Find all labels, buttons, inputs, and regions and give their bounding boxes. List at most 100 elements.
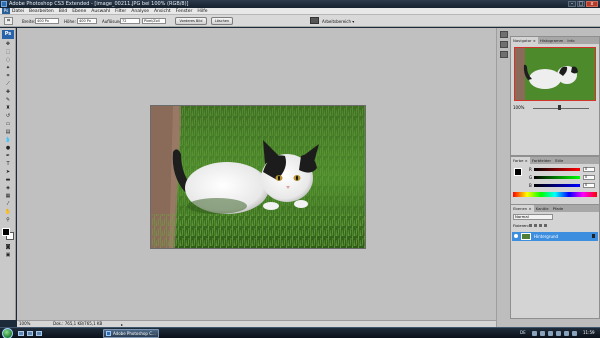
navigator-zoom-slider[interactable] bbox=[533, 108, 589, 109]
layer-row-background[interactable]: Hintergrund bbox=[512, 232, 598, 241]
zoom-tool-icon[interactable]: ⚲ bbox=[3, 217, 13, 224]
ps-menu-icon[interactable]: Ps bbox=[2, 8, 10, 14]
resolution-unit-select[interactable]: Pixel/Zoll bbox=[142, 18, 166, 24]
workspace-icon[interactable] bbox=[310, 17, 319, 24]
tab-histogram[interactable]: Histogramm bbox=[538, 37, 565, 44]
panel-dock-icon[interactable] bbox=[500, 51, 508, 58]
menu-filter[interactable]: Filter bbox=[115, 9, 126, 14]
tab-layers[interactable]: Ebenen × bbox=[511, 205, 534, 212]
document-canvas-area[interactable] bbox=[17, 28, 496, 320]
navigator-zoom[interactable]: 100% bbox=[513, 105, 524, 110]
clear-button[interactable]: Löschen bbox=[211, 17, 233, 25]
lock-pixels-icon[interactable] bbox=[534, 224, 537, 227]
red-value-field[interactable]: 0 bbox=[583, 167, 595, 172]
healing-brush-tool-icon[interactable]: ✚ bbox=[3, 89, 13, 96]
clone-stamp-tool-icon[interactable]: ♜ bbox=[3, 105, 13, 112]
menu-auswahl[interactable]: Auswahl bbox=[91, 9, 110, 14]
language-indicator[interactable]: DE bbox=[520, 330, 526, 335]
brush-tool-icon[interactable]: ✎ bbox=[3, 97, 13, 104]
front-image-button[interactable]: Vorderes Bild bbox=[175, 17, 207, 25]
menu-datei[interactable]: Datei bbox=[12, 9, 24, 14]
menu-ansicht[interactable]: Ansicht bbox=[154, 9, 171, 14]
blur-tool-icon[interactable]: 💧 bbox=[3, 137, 13, 144]
panel-dock-icon[interactable] bbox=[500, 41, 508, 48]
quicklaunch-explorer-icon[interactable] bbox=[36, 331, 42, 336]
tab-swatches[interactable]: Farbfelder bbox=[530, 157, 553, 164]
resolution-field[interactable]: 72 bbox=[120, 18, 140, 24]
tray-volume-icon[interactable] bbox=[540, 331, 545, 336]
shape-tool-icon[interactable]: ▬ bbox=[3, 177, 13, 184]
panel-dock-icon[interactable] bbox=[500, 31, 508, 38]
blue-slider-row[interactable]: B 0 bbox=[529, 183, 599, 188]
menu-ebene[interactable]: Ebene bbox=[72, 9, 86, 14]
green-slider-row[interactable]: G 0 bbox=[529, 175, 599, 180]
cat-photo[interactable] bbox=[150, 105, 366, 249]
layer-thumbnail bbox=[521, 233, 531, 240]
slice-tool-icon[interactable]: ⟋ bbox=[3, 81, 13, 88]
taskbar-photoshop-button[interactable]: Adobe Photoshop C... bbox=[103, 329, 159, 338]
start-button[interactable] bbox=[2, 328, 13, 338]
path-selection-tool-icon[interactable]: ➤ bbox=[3, 169, 13, 176]
color-swatches[interactable] bbox=[1, 227, 15, 241]
quick-mask-icon[interactable]: ◙ bbox=[3, 244, 13, 251]
blend-mode-select[interactable]: Normal bbox=[513, 214, 553, 220]
quicklaunch-browser-icon[interactable] bbox=[27, 331, 33, 336]
tray-network-icon[interactable] bbox=[532, 331, 537, 336]
window-controls: – □ x bbox=[568, 1, 598, 7]
tab-info[interactable]: Info bbox=[565, 37, 576, 44]
navigator-slider-knob[interactable] bbox=[558, 105, 561, 110]
red-slider-row[interactable]: R 0 bbox=[529, 167, 599, 172]
crop-tool-preset-icon[interactable]: ⌗ bbox=[4, 17, 13, 25]
navigator-thumbnail[interactable] bbox=[514, 47, 596, 101]
tab-navigator[interactable]: Navigator × bbox=[511, 37, 538, 44]
tab-color[interactable]: Farbe × bbox=[511, 157, 530, 164]
blue-value-field[interactable]: 0 bbox=[583, 183, 595, 188]
pen-tool-icon[interactable]: ✒ bbox=[3, 153, 13, 160]
eyedropper-tool-icon[interactable]: ⁄ bbox=[3, 201, 13, 208]
layers-panel: Ebenen × Kanäle Pfade Normal Fixieren: H… bbox=[510, 204, 600, 319]
tab-paths[interactable]: Pfade bbox=[551, 205, 566, 212]
crop-tool-icon[interactable]: ⌗ bbox=[3, 73, 13, 80]
tab-channels[interactable]: Kanäle bbox=[534, 205, 551, 212]
marquee-tool-icon[interactable]: ⬚ bbox=[3, 49, 13, 56]
menu-bearbeiten[interactable]: Bearbeiten bbox=[29, 9, 54, 14]
tray-security-icon[interactable] bbox=[548, 331, 553, 336]
screen-mode-icon[interactable]: ▣ bbox=[3, 252, 13, 259]
height-label: Höhe: bbox=[64, 19, 76, 24]
height-field[interactable]: 400 Px bbox=[77, 18, 97, 24]
eraser-tool-icon[interactable]: ▭ bbox=[3, 121, 13, 128]
3d-tool-icon[interactable]: ◈ bbox=[3, 185, 13, 192]
menu-bild[interactable]: Bild bbox=[59, 9, 67, 14]
type-tool-icon[interactable]: T bbox=[3, 161, 13, 168]
menu-analyse[interactable]: Analyse bbox=[131, 9, 149, 14]
tray-app-icon[interactable] bbox=[564, 331, 569, 336]
tab-styles[interactable]: Stile bbox=[553, 157, 565, 164]
notes-tool-icon[interactable]: ▦ bbox=[3, 193, 13, 200]
close-button[interactable]: x bbox=[586, 1, 598, 7]
color-foreground-swatch[interactable] bbox=[514, 168, 522, 176]
magic-wand-tool-icon[interactable]: ✦ bbox=[3, 65, 13, 72]
menu-fenster[interactable]: Fenster bbox=[176, 9, 193, 14]
workspace-button[interactable]: Arbeitsbereich ▾ bbox=[322, 19, 354, 24]
taskbar-clock[interactable]: 11:59 bbox=[583, 330, 595, 335]
lock-transparency-icon[interactable] bbox=[529, 224, 532, 227]
minimize-button[interactable]: – bbox=[568, 1, 576, 7]
lock-all-icon[interactable] bbox=[544, 224, 547, 227]
green-value-field[interactable]: 0 bbox=[583, 175, 595, 180]
lasso-tool-icon[interactable]: ◌ bbox=[3, 57, 13, 64]
width-field[interactable]: 400 Px bbox=[35, 18, 59, 24]
gradient-tool-icon[interactable]: ▤ bbox=[3, 129, 13, 136]
lock-position-icon[interactable] bbox=[539, 224, 542, 227]
maximize-button[interactable]: □ bbox=[577, 1, 585, 7]
eye-icon[interactable] bbox=[514, 234, 518, 238]
menu-hilfe[interactable]: Hilfe bbox=[197, 9, 207, 14]
dodge-tool-icon[interactable]: ● bbox=[3, 145, 13, 152]
tray-update-icon[interactable] bbox=[556, 331, 561, 336]
quicklaunch-desktop-icon[interactable] bbox=[18, 331, 24, 336]
hand-tool-icon[interactable]: ✋ bbox=[3, 209, 13, 216]
move-tool-icon[interactable]: ✥ bbox=[3, 41, 13, 48]
color-spectrum-bar[interactable] bbox=[513, 192, 597, 197]
history-brush-tool-icon[interactable]: ↺ bbox=[3, 113, 13, 120]
tray-misc-icon[interactable] bbox=[572, 331, 577, 336]
foreground-color-swatch[interactable] bbox=[2, 228, 10, 236]
